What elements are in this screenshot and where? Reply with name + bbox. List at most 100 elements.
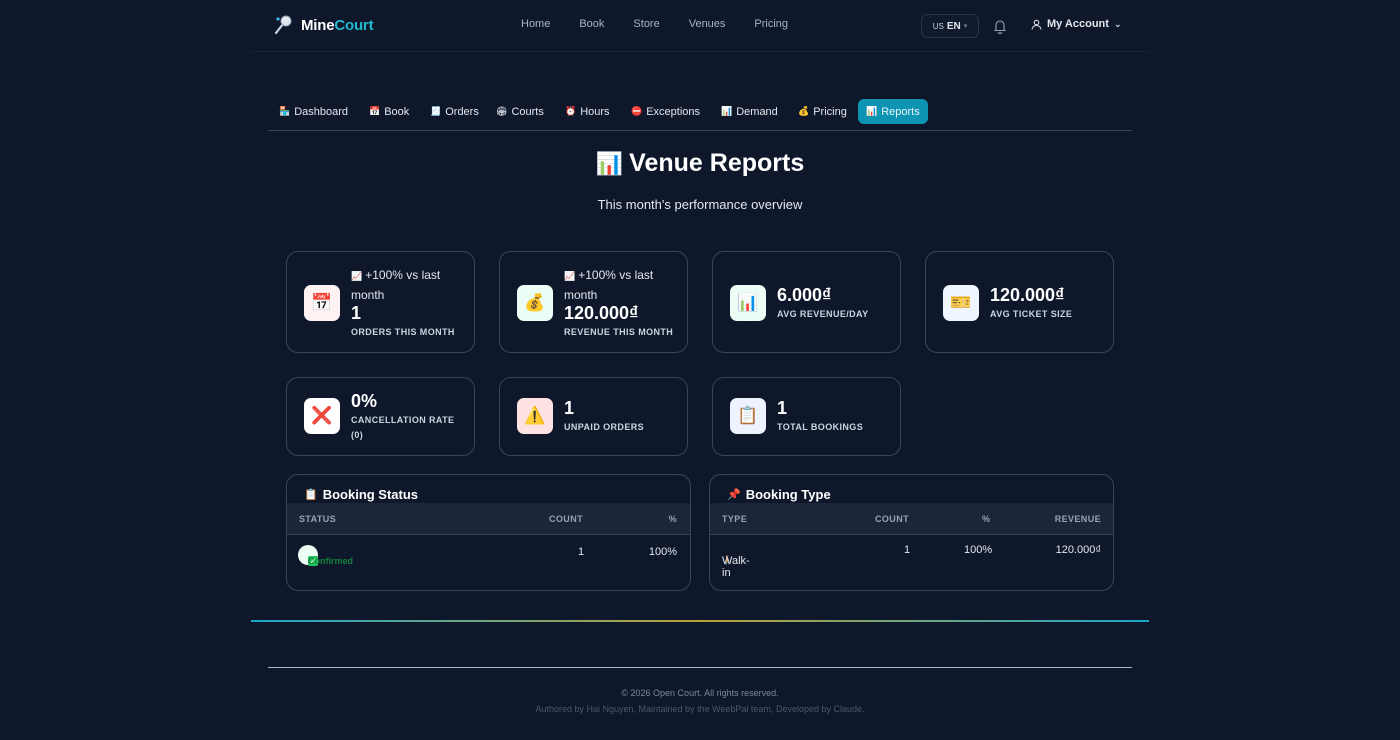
stat-label: REVENUE THIS MONTH <box>564 327 674 337</box>
cross-mark-icon: ❌ <box>304 398 340 434</box>
receipt-icon: 🧾 <box>430 106 442 116</box>
page-title: 📊 Venue Reports <box>595 149 805 177</box>
footer-divider <box>268 667 1132 668</box>
booking-status-panel: 📋 Booking Status STATUS COUNT % ✓ Confirme… <box>286 474 691 591</box>
stat-value: 1 <box>777 398 788 418</box>
pushpin-icon: 📌 <box>727 489 741 501</box>
stat-value: 6.000₫ <box>777 285 832 305</box>
column-header: % <box>668 514 677 524</box>
column-header: REVENUE <box>1054 514 1101 524</box>
stadium-icon: 🏟 <box>496 106 508 116</box>
percent-cell: 100% <box>648 546 677 558</box>
percent-cell: 100% <box>964 544 993 556</box>
flag-icon: US <box>932 21 944 31</box>
money-bag-icon: 💰 <box>517 285 553 321</box>
venue-tabs: 🏪 Dashboard 📅 Book 🧾 Orders 🏟 Courts ⏰ Hours … <box>268 99 1132 131</box>
stat-value: 120.000₫ <box>564 303 639 323</box>
column-header: COUNT <box>875 514 909 524</box>
tab-courts[interactable]: 🏟 Courts <box>488 99 552 124</box>
calendar-icon: 📅 <box>369 106 381 116</box>
language-selector[interactable]: US EN ▾ <box>921 14 979 38</box>
column-header: COUNT <box>549 514 583 524</box>
account-label: My Account <box>1047 18 1109 30</box>
store-icon: 🏪 <box>279 106 291 116</box>
footer-credits: Authored by Hai Nguyen, Maintained by th… <box>535 704 865 714</box>
bar-chart-icon: 📊 <box>730 285 766 321</box>
clipboard-icon: 📋 <box>730 398 766 434</box>
table-header: STATUS COUNT % <box>287 503 690 535</box>
table-header: TYPE COUNT % REVENUE <box>710 503 1113 535</box>
chevron-down-icon: ▾ <box>963 23 968 30</box>
column-header: TYPE <box>722 514 748 524</box>
account-menu[interactable]: My Account ⌄ <box>1031 18 1121 30</box>
nav-home[interactable]: Home <box>521 18 550 30</box>
stat-value: 1 <box>351 303 362 323</box>
table-row: ✓ Confirmed 1 100% <box>287 535 690 571</box>
stat-value: 1 <box>564 398 575 418</box>
tab-book[interactable]: 📅 Book <box>361 99 417 124</box>
bar-chart-icon: 📊 <box>721 106 733 116</box>
tab-hours[interactable]: ⏰ Hours <box>557 99 618 124</box>
tab-exceptions[interactable]: ⛔ Exceptions <box>623 99 708 124</box>
column-header: % <box>982 514 991 524</box>
bell-icon[interactable] <box>993 18 1007 34</box>
main-nav: Home Book Store Venues Pricing <box>521 18 817 30</box>
panel-title: 📋 Booking Status <box>304 487 419 502</box>
nav-store[interactable]: Store <box>633 18 659 30</box>
no-entry-icon: ⛔ <box>631 106 643 116</box>
trend-text: 📈 +100% vs last month <box>351 268 441 302</box>
stat-label: TOTAL BOOKINGS <box>777 422 864 432</box>
user-icon <box>1031 19 1042 30</box>
stat-value: 120.000₫ <box>990 285 1065 305</box>
bar-chart-icon: 📊 <box>866 106 878 116</box>
stat-label: UNPAID ORDERS <box>564 422 645 432</box>
bar-chart-icon: 📊 <box>595 151 624 176</box>
alarm-clock-icon: ⏰ <box>565 106 577 116</box>
stat-value: 0% <box>351 391 378 411</box>
status-badge: ✓ Confirmed <box>298 545 353 566</box>
stat-card-avg-revenue: 📊 6.000₫ AVG REVENUE/DAY <box>712 251 901 353</box>
racket-icon <box>274 15 292 35</box>
ticket-icon: 🎫 <box>943 285 979 321</box>
tab-demand[interactable]: 📊 Demand <box>713 99 786 124</box>
clipboard-icon: 📋 <box>304 489 318 501</box>
stat-label: AVG TICKET SIZE <box>990 309 1073 319</box>
page-subtitle: This month's performance overview <box>597 197 803 212</box>
trend-text: 📈 +100% vs last month <box>564 268 654 302</box>
tab-reports[interactable]: 📊 Reports <box>858 99 928 124</box>
tab-dashboard[interactable]: 🏪 Dashboard <box>271 99 356 124</box>
revenue-cell: 120.000₫ <box>1055 544 1101 556</box>
stat-label: CANCELLATION RATE (0) <box>351 415 455 440</box>
chart-increasing-icon: 📈 <box>351 271 363 281</box>
table-row: 🚶 Walk-in 1 100% 120.000₫ <box>722 544 1101 579</box>
count-cell: 1 <box>578 546 585 558</box>
tab-orders[interactable]: 🧾 Orders <box>422 99 487 124</box>
nav-pricing[interactable]: Pricing <box>754 18 788 30</box>
stat-label: AVG REVENUE/DAY <box>777 309 869 319</box>
brand-name: MineCourt <box>301 16 374 34</box>
stat-card-unpaid: ⚠️ 1 UNPAID ORDERS <box>499 377 688 456</box>
chart-increasing-icon: 📈 <box>564 271 576 281</box>
tab-pricing[interactable]: 💰 Pricing <box>790 99 855 124</box>
top-header: MineCourt Home Book Store Venues Pricing… <box>251 0 1149 52</box>
count-cell: 1 <box>904 544 911 556</box>
stat-card-revenue: 💰 📈 +100% vs last month 120.000₫ REVENUE … <box>499 251 688 353</box>
calendar-icon: 📅 <box>304 285 340 321</box>
nav-book[interactable]: Book <box>579 18 604 30</box>
chevron-down-icon: ⌄ <box>1113 18 1122 29</box>
stat-card-avg-ticket: 🎫 120.000₫ AVG TICKET SIZE <box>925 251 1114 353</box>
panel-title: 📌 Booking Type <box>727 487 831 502</box>
footer-copyright: © 2026 Open Court. All rights reserved. <box>621 688 779 698</box>
language-code: EN <box>946 20 961 32</box>
stat-card-cancellation: ❌ 0% CANCELLATION RATE (0) <box>286 377 475 456</box>
gradient-divider <box>251 620 1149 622</box>
nav-venues[interactable]: Venues <box>689 18 726 30</box>
booking-type-panel: 📌 Booking Type TYPE COUNT % REVENUE 🚶 Walk… <box>709 474 1114 591</box>
stat-label: ORDERS THIS MONTH <box>351 327 455 337</box>
stat-card-orders: 📅 📈 +100% vs last month 1 ORDERS THIS MON… <box>286 251 475 353</box>
column-header: STATUS <box>299 514 337 524</box>
stat-card-bookings: 📋 1 TOTAL BOOKINGS <box>712 377 901 456</box>
warning-icon: ⚠️ <box>517 398 553 434</box>
brand-logo[interactable]: MineCourt <box>273 14 374 36</box>
money-bag-icon: 💰 <box>798 106 810 116</box>
